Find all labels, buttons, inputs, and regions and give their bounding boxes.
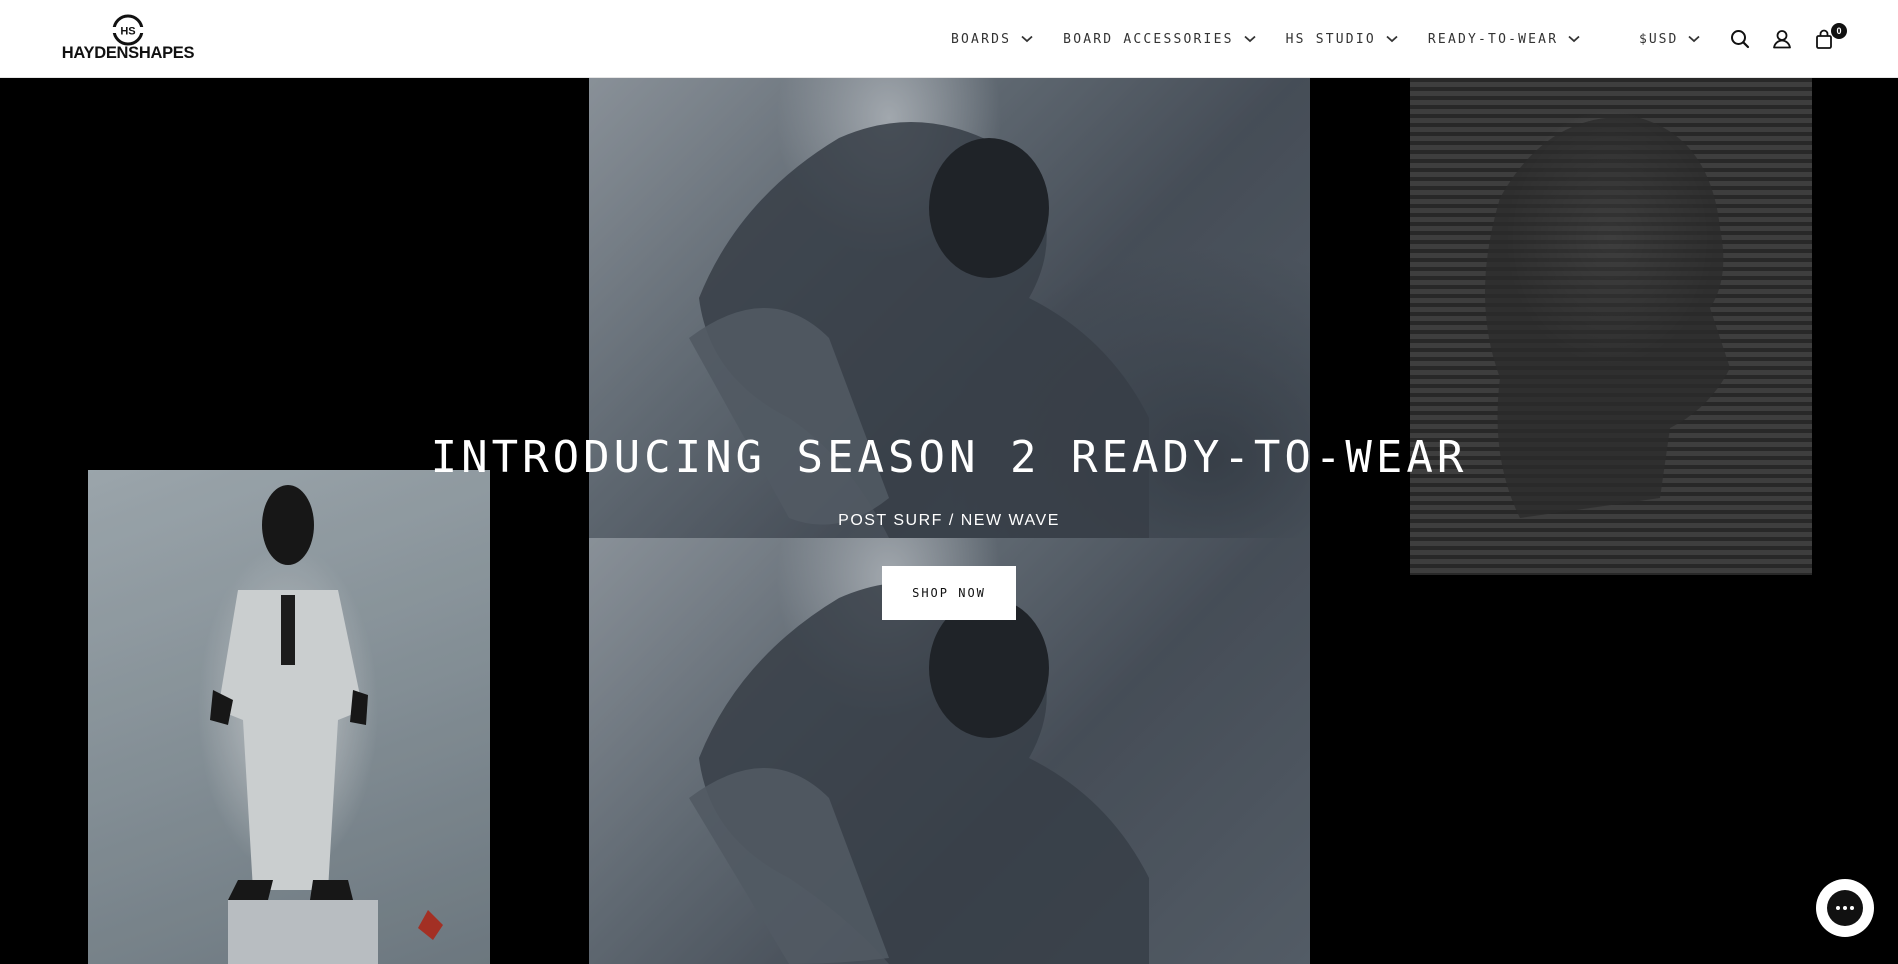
svg-text:HS: HS xyxy=(120,26,135,38)
nav-board-accessories-label: BOARD ACCESSORIES xyxy=(1063,31,1234,47)
currency-label: $USD xyxy=(1639,31,1679,47)
cart-count-badge: 0 xyxy=(1831,23,1847,39)
nav-boards-label: BOARDS xyxy=(951,31,1012,47)
hero-subtitle: POST SURF / NEW WAVE xyxy=(838,512,1060,529)
nav-hs-studio[interactable]: HS STUDIO xyxy=(1286,32,1398,47)
nav-board-accessories[interactable]: BOARD ACCESSORIES xyxy=(1063,31,1256,47)
hero-image-left xyxy=(88,470,490,964)
hero-banner: INTRODUCING SEASON 2 READY-TO-WEAR POST … xyxy=(0,78,1898,964)
brand-logo-text: HAYDENSHAPES xyxy=(61,44,195,62)
chevron-down-icon xyxy=(1021,35,1033,43)
hs-logo-icon: HS xyxy=(112,14,144,46)
account-icon[interactable] xyxy=(1771,28,1793,50)
main-nav: BOARDS BOARD ACCESSORIES HS STUDIO READY… xyxy=(951,0,1610,78)
nav-hs-studio-label: HS STUDIO xyxy=(1285,31,1376,47)
shop-now-button[interactable]: SHOP NOW xyxy=(882,566,1016,620)
currency-selector[interactable]: $USD xyxy=(1639,0,1700,78)
search-icon[interactable] xyxy=(1729,28,1751,50)
chevron-down-icon xyxy=(1688,35,1700,43)
chevron-down-icon xyxy=(1386,35,1398,43)
chevron-down-icon xyxy=(1568,35,1580,43)
hero-title: INTRODUCING SEASON 2 READY-TO-WEAR xyxy=(430,432,1468,483)
chat-icon xyxy=(1827,890,1863,926)
hero-image-right xyxy=(1410,78,1812,575)
chevron-down-icon xyxy=(1244,35,1256,43)
chat-button[interactable] xyxy=(1816,879,1874,937)
image-overlay xyxy=(88,470,490,964)
brand-logo[interactable]: HS HAYDENSHAPES xyxy=(56,14,200,64)
nav-boards[interactable]: BOARDS xyxy=(951,32,1033,47)
profile-figure-image xyxy=(1485,117,1730,518)
site-header: HS HAYDENSHAPES BOARDS BOARD ACCESSORIES… xyxy=(0,0,1898,78)
nav-ready-to-wear-label: READY-TO-WEAR xyxy=(1427,31,1559,47)
nav-ready-to-wear[interactable]: READY-TO-WEAR xyxy=(1428,32,1580,47)
